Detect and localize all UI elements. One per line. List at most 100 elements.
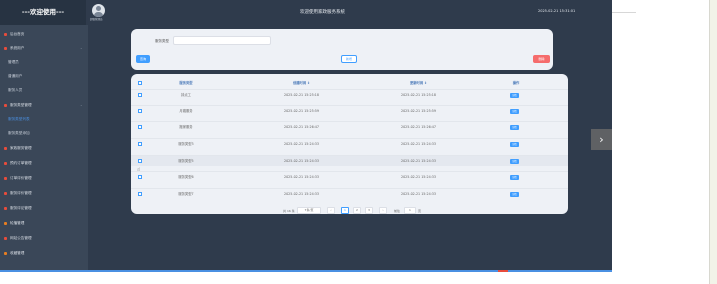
sidebar-item-label: 家政服务管理 xyxy=(10,146,32,150)
sidebar-item-label: 服务评论管理 xyxy=(10,206,32,210)
page-number[interactable]: 3 xyxy=(365,207,373,214)
pagination-total: 共 16 条 xyxy=(283,209,295,213)
page-size-select[interactable]: 7条/页 xyxy=(297,207,321,214)
home-icon xyxy=(4,33,7,36)
sidebar-item-label: 后台首页 xyxy=(10,32,25,36)
cell-updated: 2025-02-21 15:24:33 xyxy=(400,175,436,179)
sidebar-item-normal-users[interactable]: 普通用户 xyxy=(0,72,88,81)
sidebar-item-label: 预约订单管理 xyxy=(10,161,32,165)
table-row: 服务类型5 2025-02-21 15:24:33 2025-02-21 15:… xyxy=(131,155,568,166)
sidebar-item-carousel[interactable]: 轮播管理 xyxy=(0,219,88,228)
delete-button[interactable]: 删除 xyxy=(533,55,550,63)
table-row: 服务类型7 2025-02-21 15:24:33 2025-02-21 15:… xyxy=(131,188,568,199)
sidebar-item-label: 网站公告管理 xyxy=(10,236,32,240)
cell-created: 2025-02-21 15:24:33 xyxy=(283,159,319,163)
menu-icon xyxy=(4,177,7,180)
page-number[interactable]: 2 xyxy=(353,207,361,214)
datetime: 2025-02-21 15:31:01 xyxy=(538,9,576,13)
next-arrow-button[interactable]: › xyxy=(591,129,612,150)
sidebar-item-favorites[interactable]: 收藏管理 xyxy=(0,249,88,258)
sidebar-item-housekeeping[interactable]: 家政服务管理 xyxy=(0,144,88,153)
image-icon xyxy=(4,222,7,225)
add-button[interactable]: 新增 xyxy=(341,55,357,63)
next-page-button[interactable]: › xyxy=(379,207,387,214)
divider xyxy=(612,12,636,13)
prev-page-button[interactable]: ‹ xyxy=(327,207,335,214)
search-input[interactable] xyxy=(173,36,271,45)
column-header[interactable]: 更新时间 ↕ xyxy=(376,78,461,89)
brand-title: ---欢迎使用--- xyxy=(0,0,86,25)
sidebar-item-label: 收藏管理 xyxy=(10,251,25,255)
detail-button[interactable]: 详情 xyxy=(510,125,519,130)
sidebar-item-label: 服务类型添加 xyxy=(8,131,30,135)
menu-icon xyxy=(4,237,7,240)
user-icon xyxy=(4,47,7,50)
cell-type: 服务类型5 xyxy=(178,159,194,163)
column-header[interactable]: 创建时间 ↕ xyxy=(259,78,344,89)
page-number[interactable]: 1 xyxy=(341,207,349,214)
sidebar-item-system-users[interactable]: 系统用户 ⌄ xyxy=(0,44,88,53)
row-checkbox[interactable] xyxy=(138,142,142,146)
sidebar-item-service-reviews[interactable]: 服务评价管理 xyxy=(0,189,88,198)
cell-type: 服务类型6 xyxy=(178,175,194,179)
cell-type: 服务类型3 xyxy=(178,142,194,146)
sidebar-item-order-reviews[interactable]: 订单评价管理 xyxy=(0,174,88,183)
detail-button[interactable]: 详情 xyxy=(510,93,519,98)
detail-button[interactable]: 详情 xyxy=(510,175,519,180)
column-header: 操作 xyxy=(512,81,520,85)
cell-type: 月嫂服务 xyxy=(179,109,193,113)
right-scroll-panel[interactable] xyxy=(709,0,717,284)
goto-page-input[interactable]: 1 xyxy=(404,207,416,214)
cell-created: 2025-02-21 15:24:33 xyxy=(283,175,319,179)
sidebar-item-label: 服务类型管理 xyxy=(10,103,32,107)
detail-button[interactable]: 详情 xyxy=(510,159,519,164)
sidebar-item-service-comments[interactable]: 服务评论管理 xyxy=(0,204,88,213)
row-checkbox[interactable] xyxy=(138,125,142,129)
chevron-down-icon: ⌄ xyxy=(80,46,83,50)
avatar[interactable] xyxy=(92,4,105,17)
sidebar-item-orders[interactable]: 预约订单管理 xyxy=(0,159,88,168)
menu-icon xyxy=(4,192,7,195)
search-button[interactable]: 查询 xyxy=(136,55,150,63)
sidebar-item-label: 服务类型列表 xyxy=(8,117,30,121)
sidebar-item-admins[interactable]: 管理员 xyxy=(0,58,88,67)
cell-updated: 2025-02-21 15:26:47 xyxy=(400,125,436,129)
column-header: 服务类型 xyxy=(179,81,193,85)
top-bar: ---欢迎使用--- 超级管理员 欢迎使用家政服务系统 2025-02-21 1… xyxy=(0,0,612,25)
cell-created: 2025-02-21 15:26:47 xyxy=(283,125,319,129)
detail-button[interactable]: 详情 xyxy=(510,109,519,114)
sidebar-item-label: 系统用户 xyxy=(10,46,25,50)
menu-icon xyxy=(4,207,7,210)
mouse-cursor-icon: ☝ xyxy=(137,167,141,173)
sidebar-item-service-type-mgmt[interactable]: 服务类型管理 ⌄ xyxy=(0,101,88,110)
row-checkbox[interactable] xyxy=(138,93,142,97)
sidebar-item-service-type-add[interactable]: 服务类型添加 xyxy=(0,129,88,138)
menu-icon xyxy=(4,162,7,165)
cell-updated: 2025-02-21 15:24:33 xyxy=(400,192,436,196)
sidebar-item-service-staff[interactable]: 服务人员 xyxy=(0,86,88,95)
detail-button[interactable]: 详情 xyxy=(510,192,519,197)
cell-updated: 2025-02-21 15:25:59 xyxy=(400,109,436,113)
sidebar-item-label: 服务评价管理 xyxy=(10,191,32,195)
row-checkbox[interactable] xyxy=(138,109,142,113)
row-checkbox[interactable] xyxy=(138,159,142,163)
cell-type: 钟点工 xyxy=(181,93,191,97)
select-all-checkbox[interactable] xyxy=(138,81,142,85)
sidebar-item-label: 普通用户 xyxy=(8,74,23,78)
goto-label: 前往 xyxy=(394,209,401,213)
sidebar-item-home[interactable]: 后台首页 xyxy=(0,30,88,39)
table-header: 服务类型 创建时间 ↕ 更新时间 ↕ 操作 xyxy=(131,78,568,89)
cell-type: 搬家服务 xyxy=(179,125,193,129)
cell-created: 2025-02-21 15:25:18 xyxy=(283,93,319,97)
menu-icon xyxy=(4,147,7,150)
sidebar-item-label: 服务人员 xyxy=(8,88,23,92)
sidebar-item-label: 轮播管理 xyxy=(10,221,25,225)
detail-button[interactable]: 详情 xyxy=(510,142,519,147)
table-row: 服务类型3 2025-02-21 15:24:33 2025-02-21 15:… xyxy=(131,138,568,149)
sidebar-item-service-type-list[interactable]: 服务类型列表 xyxy=(0,115,88,124)
sidebar-item-announcements[interactable]: 网站公告管理 xyxy=(0,234,88,243)
row-checkbox[interactable] xyxy=(138,175,142,179)
cell-updated: 2025-02-21 15:24:33 xyxy=(400,142,436,146)
row-checkbox[interactable] xyxy=(138,192,142,196)
cell-type: 服务类型7 xyxy=(178,192,194,196)
